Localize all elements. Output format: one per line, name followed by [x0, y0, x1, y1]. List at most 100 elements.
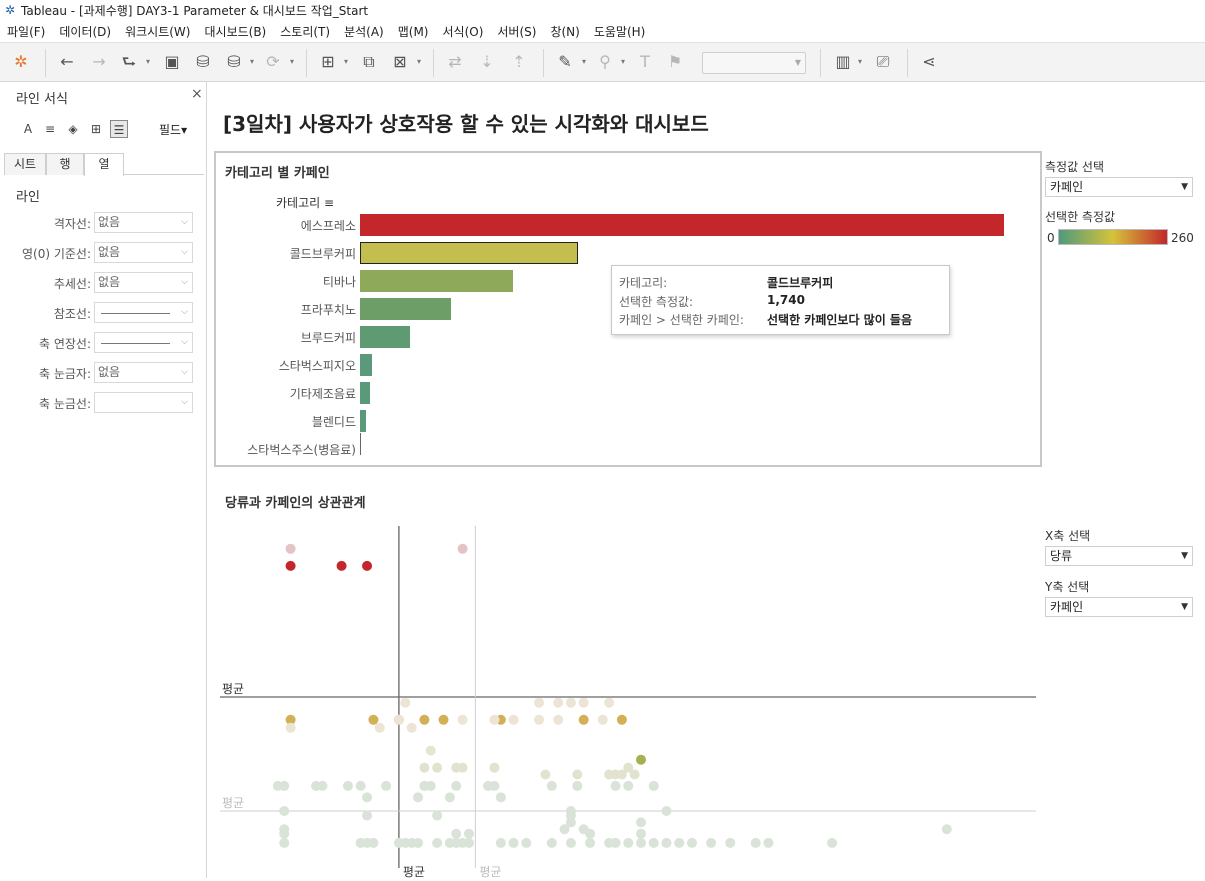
scatter-point[interactable] [463, 828, 474, 839]
category-label[interactable]: 브루드커피 [216, 329, 356, 346]
category-label[interactable]: 기타제조음료 [216, 385, 356, 402]
scatter-point[interactable] [636, 828, 646, 839]
scatter-point[interactable] [406, 722, 417, 733]
measure-select[interactable]: 카페인 ▼ [1045, 177, 1193, 197]
scatter-point[interactable] [355, 780, 366, 791]
scatter-point[interactable] [451, 828, 462, 839]
bar[interactable] [360, 326, 410, 348]
scatter-point[interactable] [616, 714, 627, 725]
scatter-point[interactable] [750, 837, 761, 848]
scatter-chart-sheet[interactable]: 평균 평균 평균 평균 [214, 520, 1042, 879]
scatter-point[interactable] [457, 714, 468, 725]
menu-dashboard[interactable]: 대시보드(B) [197, 23, 273, 40]
scatter-point[interactable] [534, 714, 545, 725]
sort-desc-icon[interactable]: ⇡ [508, 51, 530, 73]
scatter-point[interactable] [495, 792, 506, 803]
scatter-point[interactable] [827, 837, 838, 848]
menu-data[interactable]: 데이터(D) [52, 23, 118, 40]
scatter-point[interactable] [610, 837, 621, 848]
group-dropdown-icon[interactable]: ▾ [621, 51, 629, 73]
scatter-point[interactable] [419, 714, 430, 725]
scatter-point[interactable] [565, 697, 576, 708]
category-label[interactable]: 블렌디드 [216, 413, 356, 430]
shading-format-icon[interactable]: ◈ [64, 120, 82, 138]
pause-dropdown-icon[interactable]: ▾ [250, 51, 258, 73]
category-label[interactable]: 스타벅스피지오 [216, 357, 356, 374]
scatter-point[interactable] [508, 837, 519, 848]
refresh-dropdown-icon[interactable]: ▾ [290, 51, 298, 73]
scatter-point[interactable] [368, 714, 379, 725]
replay-icon[interactable]: ⮑ [118, 51, 140, 73]
zero-line-select[interactable]: 없음 ⌵ [94, 242, 193, 263]
scatter-point[interactable] [763, 837, 774, 848]
scatter-point[interactable] [413, 837, 424, 848]
scatter-point[interactable] [661, 837, 672, 848]
highlight-dropdown-icon[interactable]: ▾ [582, 51, 590, 73]
scatter-point[interactable] [553, 697, 564, 708]
scatter-point[interactable] [463, 837, 474, 848]
clear-sheet-icon[interactable]: ⊠ [389, 51, 411, 73]
scatter-point[interactable] [559, 824, 570, 835]
font-format-icon[interactable]: A [19, 120, 37, 138]
scatter-point[interactable] [686, 837, 697, 848]
scatter-point[interactable] [553, 714, 564, 725]
bar[interactable] [360, 382, 370, 404]
presentation-icon[interactable]: ⎚ [872, 51, 894, 73]
scatter-point[interactable] [489, 762, 500, 773]
new-sheet-icon[interactable]: ⊞ [317, 51, 339, 73]
menu-story[interactable]: 스토리(T) [273, 23, 337, 40]
scatter-point[interactable] [578, 714, 589, 725]
scatter-point[interactable] [578, 697, 589, 708]
reference-line-select[interactable]: ⌵ [94, 302, 193, 323]
scatter-point[interactable] [419, 762, 430, 773]
x-axis-select[interactable]: 당류 ▼ [1045, 546, 1193, 566]
trend-line-select[interactable]: 없음 ⌵ [94, 272, 193, 293]
scatter-point[interactable] [279, 837, 290, 848]
scatter-point[interactable] [941, 824, 952, 835]
share-icon[interactable]: ⋖ [918, 51, 940, 73]
undo-icon[interactable]: ← [56, 51, 78, 73]
category-label[interactable]: 에스프레소 [216, 217, 356, 234]
showme-dropdown-icon[interactable]: ▾ [858, 51, 866, 73]
swap-icon[interactable]: ⇄ [444, 51, 466, 73]
scatter-point[interactable] [362, 560, 373, 571]
scatter-point[interactable] [279, 828, 290, 839]
scatter-point[interactable] [629, 769, 640, 780]
axis-extension-select[interactable]: ⌵ [94, 332, 193, 353]
scatter-point[interactable] [400, 697, 411, 708]
bar[interactable] [360, 270, 513, 292]
menu-window[interactable]: 창(N) [543, 23, 586, 40]
scatter-point[interactable] [342, 780, 353, 791]
scatter-point[interactable] [381, 780, 392, 791]
tab-sheet[interactable]: 시트 [4, 153, 46, 175]
scatter-point[interactable] [413, 792, 424, 803]
scatter-point[interactable] [489, 714, 500, 725]
alignment-format-icon[interactable]: ≡ [41, 120, 59, 138]
category-label[interactable]: 프라푸치노 [216, 301, 356, 318]
close-icon[interactable]: × [191, 86, 203, 102]
category-header[interactable]: 카테고리 ≡ [276, 194, 334, 211]
category-label[interactable]: 티바나 [216, 273, 356, 290]
scatter-point[interactable] [368, 837, 379, 848]
axis-ticks-select[interactable]: ⌵ [94, 392, 193, 413]
scatter-point[interactable] [285, 560, 296, 571]
scatter-point[interactable] [285, 722, 296, 733]
bar[interactable] [360, 214, 1004, 236]
pause-update-icon[interactable]: ⛁ [223, 51, 245, 73]
group-icon[interactable]: ⚲ [594, 51, 616, 73]
field-dropdown[interactable]: 필드▾ [159, 121, 187, 138]
scatter-point[interactable] [585, 837, 596, 848]
save-icon[interactable]: ▣ [161, 51, 183, 73]
category-label[interactable]: 콜드브루커피 [216, 245, 356, 262]
clear-dropdown-icon[interactable]: ▾ [417, 51, 425, 73]
showme-icon[interactable]: ▥ [832, 51, 854, 73]
pin-icon[interactable]: ⚑ [664, 51, 686, 73]
bar[interactable] [360, 242, 578, 264]
scatter-point[interactable] [661, 806, 672, 816]
y-axis-select[interactable]: 카페인 ▼ [1045, 597, 1193, 617]
highlight-icon[interactable]: ✎ [554, 51, 576, 73]
scatter-point[interactable] [585, 828, 596, 839]
menu-format[interactable]: 서식(O) [436, 23, 491, 40]
axis-ruler-select[interactable]: 없음 ⌵ [94, 362, 193, 383]
scatter-point[interactable] [438, 714, 449, 725]
